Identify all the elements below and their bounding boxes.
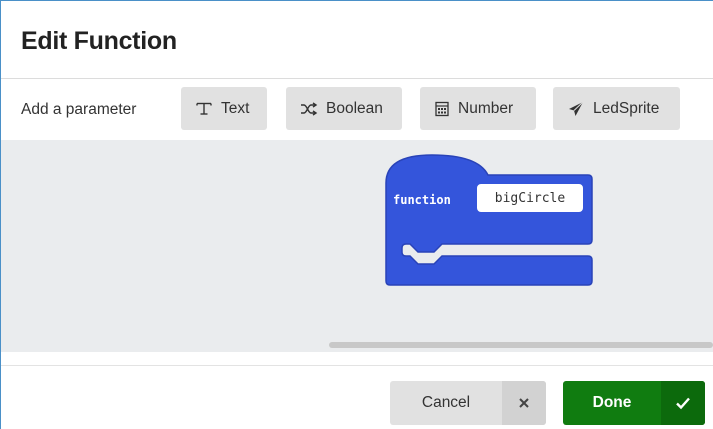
done-button[interactable]: Done: [563, 381, 705, 425]
calculator-icon: [434, 101, 450, 117]
function-keyword: function: [393, 193, 451, 207]
ledsprite-parameter-label: LedSprite: [593, 99, 660, 117]
add-boolean-parameter-button[interactable]: Boolean: [286, 87, 402, 130]
boolean-parameter-label: Boolean: [326, 99, 383, 117]
workspace-horizontal-scrollbar[interactable]: [329, 342, 713, 348]
cancel-button[interactable]: Cancel: [390, 381, 546, 425]
dialog-header: Edit Function: [1, 1, 713, 79]
checkmark-icon: [661, 381, 705, 425]
paper-plane-icon: [567, 101, 585, 117]
number-parameter-label: Number: [458, 99, 514, 117]
function-definition-block[interactable]: [382, 153, 596, 289]
function-name-field[interactable]: bigCircle: [477, 184, 583, 212]
footer-divider: [1, 365, 713, 366]
text-parameter-label: Text: [221, 99, 250, 117]
parameter-toolbar: Add a parameter Text Boolean Number LedS…: [1, 79, 713, 140]
add-text-parameter-button[interactable]: Text: [181, 87, 267, 130]
shuffle-icon: [300, 101, 318, 117]
dialog-title: Edit Function: [21, 27, 177, 55]
text-type-icon: [195, 101, 213, 117]
add-parameter-label: Add a parameter: [21, 101, 137, 118]
close-icon: [502, 381, 546, 425]
cancel-button-label: Cancel: [421, 394, 471, 411]
add-ledsprite-parameter-button[interactable]: LedSprite: [553, 87, 680, 130]
add-number-parameter-button[interactable]: Number: [420, 87, 536, 130]
block-workspace[interactable]: function bigCircle: [1, 140, 713, 352]
done-button-label: Done: [592, 394, 632, 411]
